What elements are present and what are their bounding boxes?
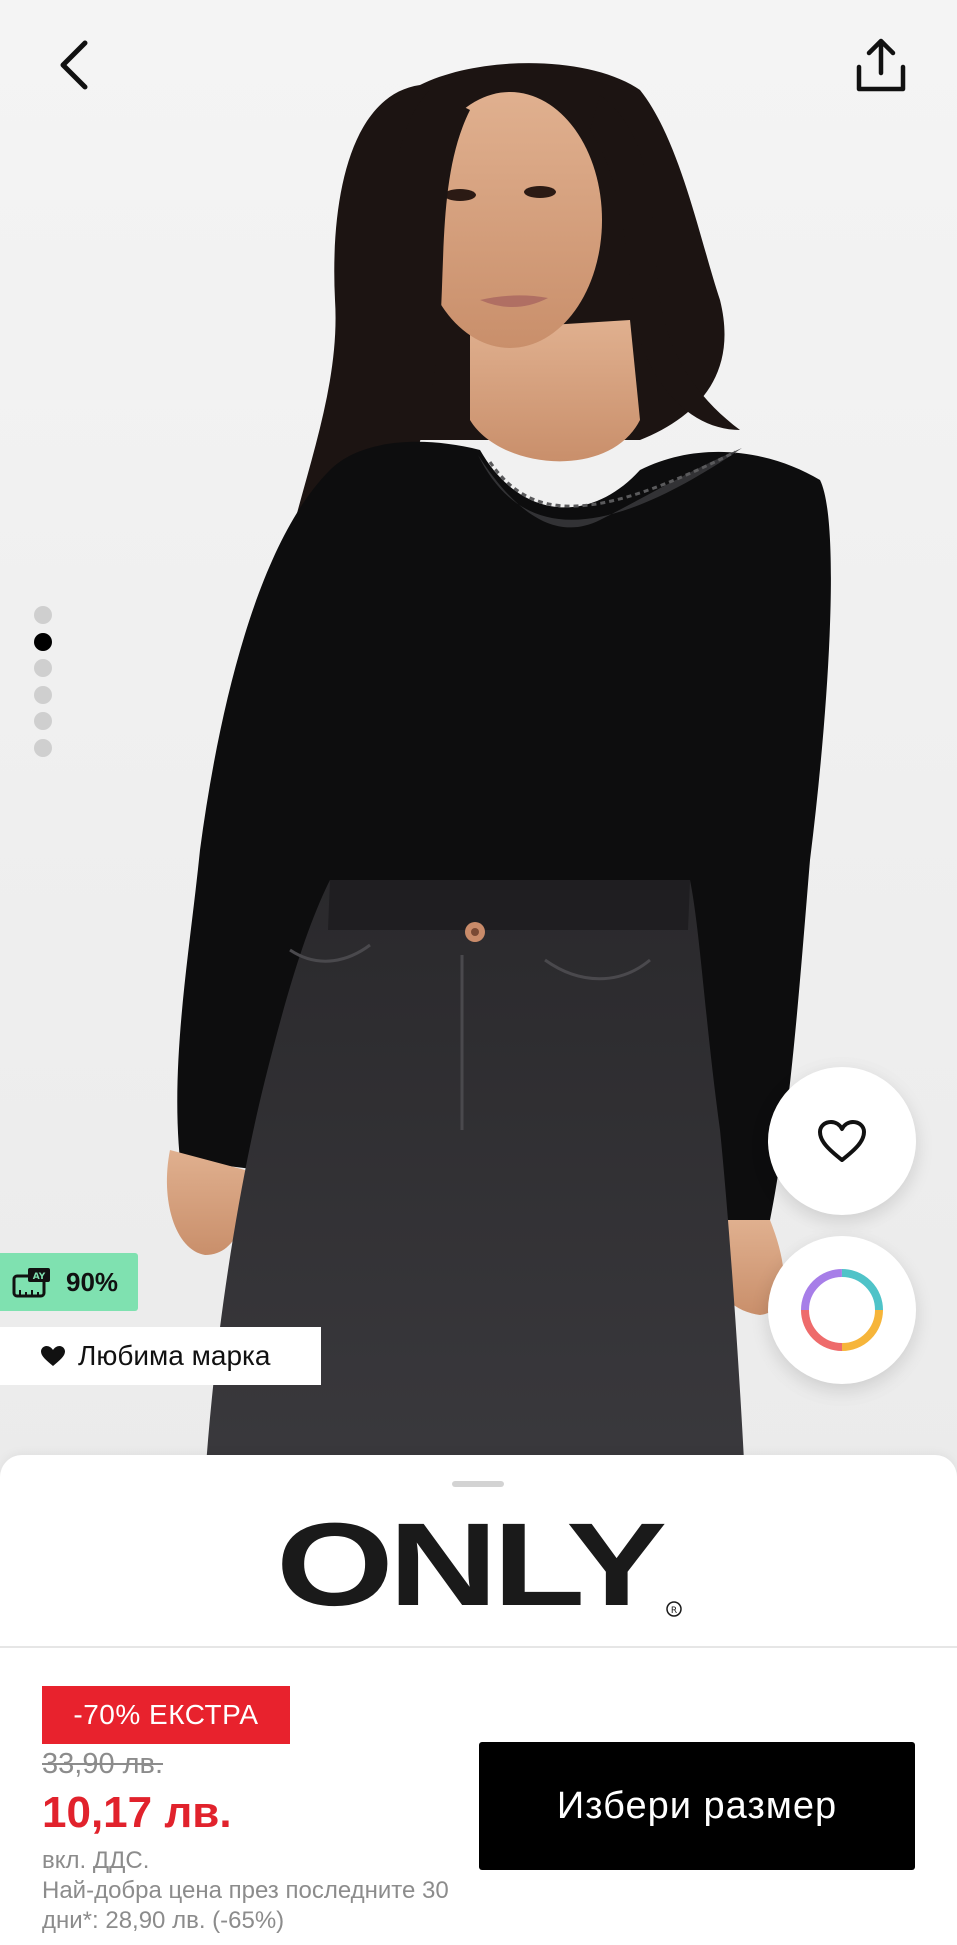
gallery-dot[interactable] bbox=[34, 738, 52, 757]
heart-outline-icon bbox=[818, 1120, 866, 1162]
svg-text:AY: AY bbox=[33, 1272, 46, 1282]
product-image-gallery[interactable]: AY 90% Любима марка bbox=[0, 0, 957, 1480]
fit-rating-badge[interactable]: AY 90% bbox=[0, 1253, 138, 1311]
fit-percent: 90% bbox=[66, 1266, 119, 1297]
share-icon bbox=[856, 38, 906, 92]
favorite-brand-label: Любима марка bbox=[78, 1340, 271, 1371]
sheet-grabber[interactable] bbox=[452, 1481, 504, 1487]
gallery-pagination bbox=[34, 606, 56, 765]
old-price: 33,90 лв. bbox=[42, 1748, 164, 1780]
svg-text:R: R bbox=[671, 1606, 677, 1616]
gallery-dot[interactable] bbox=[34, 659, 52, 677]
color-options-button[interactable] bbox=[768, 1236, 916, 1384]
gallery-dot[interactable] bbox=[34, 606, 52, 624]
divider bbox=[0, 1646, 957, 1648]
gallery-dot[interactable] bbox=[34, 712, 52, 730]
product-bottom-sheet[interactable]: ONLY R -70% ЕКСТРА 33,90 лв. 10,17 лв. в… bbox=[0, 1455, 957, 1945]
gallery-dot-active[interactable] bbox=[34, 632, 52, 651]
brand-logo-text: ONLY bbox=[276, 1509, 665, 1621]
brand-logo[interactable]: ONLY R bbox=[276, 1509, 684, 1621]
vat-note: вкл. ДДС. bbox=[42, 1847, 150, 1874]
select-size-button[interactable]: Избери размер bbox=[479, 1742, 915, 1870]
measuring-tape-icon: AY bbox=[12, 1268, 50, 1298]
favorite-brand-badge: Любима марка bbox=[0, 1327, 321, 1385]
color-wheel-icon bbox=[801, 1269, 883, 1351]
best-price-note: Най-добра цена през последните 30 дни*: … bbox=[42, 1877, 449, 1934]
heart-icon bbox=[41, 1346, 65, 1366]
back-button[interactable] bbox=[40, 30, 110, 100]
chevron-left-icon bbox=[60, 40, 88, 90]
share-button[interactable] bbox=[846, 30, 916, 100]
wishlist-button[interactable] bbox=[768, 1067, 916, 1215]
promo-badge: -70% ЕКСТРА bbox=[42, 1686, 290, 1744]
gallery-dot[interactable] bbox=[34, 685, 52, 704]
sale-price: 10,17 лв. bbox=[42, 1788, 232, 1837]
